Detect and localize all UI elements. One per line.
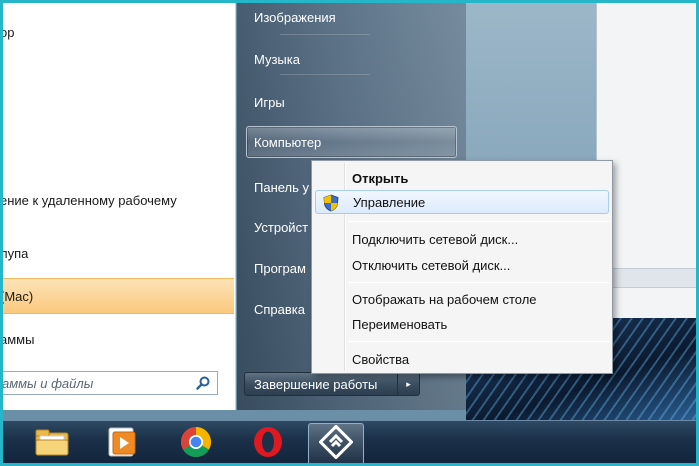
start-item-label: Програм [254,260,306,276]
taskbar-file-explorer[interactable] [24,423,80,465]
context-menu-separator [348,341,610,342]
start-item-games[interactable]: Игры [247,86,455,118]
context-item-show-on-desktop[interactable]: Отображать на рабочем столе [315,287,609,311]
shutdown-control: Завершение работы ▸ [244,372,420,396]
divider [280,74,370,75]
program-item-label: (Mac) [0,288,34,304]
program-item-label: ор [0,24,15,40]
start-item-label: Изображения [254,9,336,25]
context-item-properties[interactable]: Свойства [315,347,609,371]
shutdown-label: Завершение работы [254,376,378,392]
chrome-icon [179,425,213,464]
context-menu: Открыть Управление Подключить сетевой ди… [311,160,613,374]
folder-icon [34,427,70,462]
search-placeholder: аммы и файлы [2,375,94,391]
context-item-manage[interactable]: Управление [315,190,609,214]
taskbar-chrome[interactable] [168,423,224,465]
start-menu-programs-pane: ор ение к удаленному рабочему лупа (Mac)… [0,0,236,410]
taskbar-media-player[interactable] [94,423,150,465]
start-item-label: Компьютер [254,134,322,150]
divider [280,34,370,35]
media-player-icon [105,425,139,464]
context-item-map-network-drive[interactable]: Подключить сетевой диск... [315,227,609,251]
context-item-label: Свойства [352,351,410,367]
context-item-label: Управление [353,194,426,210]
uac-shield-icon [322,194,340,212]
context-item-label: Подключить сетевой диск... [352,231,519,247]
shutdown-options-arrow-icon[interactable]: ▸ [398,372,420,396]
all-programs-item[interactable]: аммы [0,321,234,357]
shutdown-button[interactable]: Завершение работы [244,372,398,396]
start-item-label: Панель у [254,179,310,195]
program-item-label: ение к удаленному рабочему [0,192,177,208]
context-item-label: Переименовать [352,316,448,332]
program-item-label: аммы [0,331,35,347]
context-item-label: Отображать на рабочем столе [352,291,537,307]
start-item-music[interactable]: Музыка [247,43,455,75]
search-input[interactable]: аммы и файлы [0,371,218,395]
context-item-label: Открыть [352,170,409,186]
taskbar-opera[interactable] [240,423,296,465]
start-item-label: Игры [254,94,285,110]
start-item-label: Справка [254,301,305,317]
context-item-rename[interactable]: Переименовать [315,312,609,336]
program-item-magnifier[interactable]: лупа [0,235,234,271]
remote-desktop-icon [318,423,354,464]
start-item-label: Музыка [254,51,300,67]
program-item[interactable]: ор [0,14,234,50]
taskbar [0,420,699,466]
start-item-label: Устройст [254,219,309,235]
context-item-disconnect-network-drive[interactable]: Отключить сетевой диск... [315,253,609,277]
context-menu-separator [348,282,610,283]
program-item-remote-desktop-connection[interactable]: ение к удаленному рабочему [0,182,234,218]
program-item-label: лупа [0,245,29,261]
context-menu-separator [348,221,610,222]
context-item-label: Отключить сетевой диск... [352,257,511,273]
opera-icon [251,425,285,464]
context-item-open[interactable]: Открыть [315,166,609,190]
start-item-computer[interactable]: Компьютер [246,126,457,158]
taskbar-remote-desktop[interactable] [308,423,364,465]
program-item-mac[interactable]: (Mac) [0,278,234,314]
search-icon[interactable] [195,375,211,391]
start-item-pictures[interactable]: Изображения [247,1,455,33]
